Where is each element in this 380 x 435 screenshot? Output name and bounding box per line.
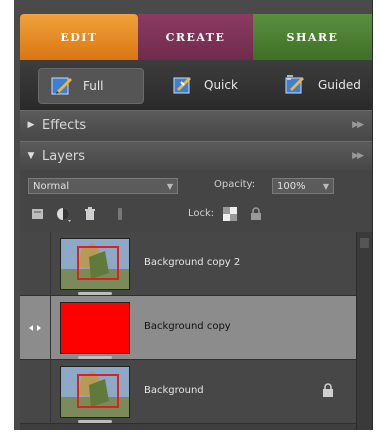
opacity-field[interactable]: 100% ▼ bbox=[272, 178, 334, 194]
opacity-label: Opacity: bbox=[214, 179, 256, 190]
full-edit-button[interactable]: Full bbox=[38, 68, 144, 104]
quick-fix-icon bbox=[173, 77, 191, 94]
new-layer-icon[interactable] bbox=[30, 206, 46, 222]
adjustment-layer-icon[interactable] bbox=[56, 206, 72, 222]
quick-fix-button[interactable]: Quick bbox=[160, 68, 238, 102]
chevron-down-icon: ▼ bbox=[322, 182, 329, 191]
link-layers-icon[interactable] bbox=[112, 206, 128, 222]
layer-name: Background copy 2 bbox=[144, 257, 241, 268]
visibility-toggle[interactable] bbox=[20, 360, 51, 424]
lock-icon bbox=[320, 382, 336, 402]
layers-controls: Normal ▼ Opacity: 100% ▼ Lock: bbox=[20, 170, 372, 232]
panel-bin: EDIT CREATE SHARE Full Quick Guided ▶ Ef… bbox=[14, 0, 373, 430]
layer-row[interactable]: Background bbox=[20, 360, 356, 424]
thumbnail-divider bbox=[78, 356, 112, 359]
layer-row-selected[interactable]: Background copy bbox=[20, 296, 356, 360]
tab-create-label: CREATE bbox=[165, 30, 226, 44]
lock-label: Lock: bbox=[188, 208, 215, 219]
thumbnail-divider bbox=[78, 292, 112, 295]
layers-section-header[interactable]: ▼ Layers ▶▶ bbox=[20, 141, 372, 170]
eye-icon[interactable] bbox=[20, 296, 51, 360]
chevron-down-icon: ▼ bbox=[166, 182, 173, 191]
tab-create[interactable]: CREATE bbox=[138, 14, 253, 60]
layer-row[interactable]: Background copy 2 bbox=[20, 232, 356, 296]
scrollbar-thumb[interactable] bbox=[360, 238, 369, 248]
edit-mode-bar: Full Quick Guided bbox=[20, 60, 372, 110]
opacity-value: 100% bbox=[277, 181, 306, 192]
panel-menu-icon[interactable]: ▶▶ bbox=[352, 151, 364, 161]
visibility-toggle[interactable] bbox=[20, 232, 51, 296]
trash-icon[interactable] bbox=[82, 206, 98, 222]
layer-name: Background copy bbox=[144, 321, 231, 332]
full-edit-icon bbox=[51, 77, 72, 95]
layers-list: Background copy 2 Background copy Backgr… bbox=[20, 232, 356, 430]
blend-mode-select[interactable]: Normal ▼ bbox=[28, 178, 178, 194]
lock-all-icon[interactable] bbox=[248, 206, 264, 222]
workspace-tabs: EDIT CREATE SHARE bbox=[20, 14, 372, 60]
layer-name: Background bbox=[144, 385, 204, 396]
thumbnail-divider bbox=[78, 420, 112, 423]
guided-edit-label: Guided bbox=[318, 78, 361, 92]
effects-label: Effects bbox=[42, 117, 87, 133]
guided-edit-icon bbox=[285, 75, 304, 94]
window: EDIT CREATE SHARE Full Quick Guided ▶ Ef… bbox=[0, 0, 380, 435]
lock-transparent-icon[interactable] bbox=[222, 206, 238, 222]
effects-section-header[interactable]: ▶ Effects ▶▶ bbox=[20, 110, 372, 139]
layer-thumbnail bbox=[60, 366, 130, 418]
blend-mode-value: Normal bbox=[33, 181, 70, 192]
tab-edit[interactable]: EDIT bbox=[20, 14, 138, 60]
tab-edit-label: EDIT bbox=[60, 30, 98, 44]
tab-share-label: SHARE bbox=[286, 30, 339, 44]
left-margin bbox=[0, 0, 14, 435]
collapsed-arrow-icon: ▶ bbox=[27, 120, 35, 130]
layers-scrollbar[interactable] bbox=[356, 232, 372, 430]
layers-label: Layers bbox=[42, 148, 86, 164]
tab-share[interactable]: SHARE bbox=[253, 14, 372, 60]
quick-fix-label: Quick bbox=[204, 78, 238, 92]
guided-edit-button[interactable]: Guided bbox=[272, 68, 361, 102]
layer-thumbnail bbox=[60, 238, 130, 290]
panel-menu-icon[interactable]: ▶▶ bbox=[352, 120, 364, 130]
expanded-arrow-icon: ▼ bbox=[27, 151, 35, 161]
full-edit-label: Full bbox=[83, 79, 104, 93]
layer-thumbnail bbox=[60, 302, 130, 354]
